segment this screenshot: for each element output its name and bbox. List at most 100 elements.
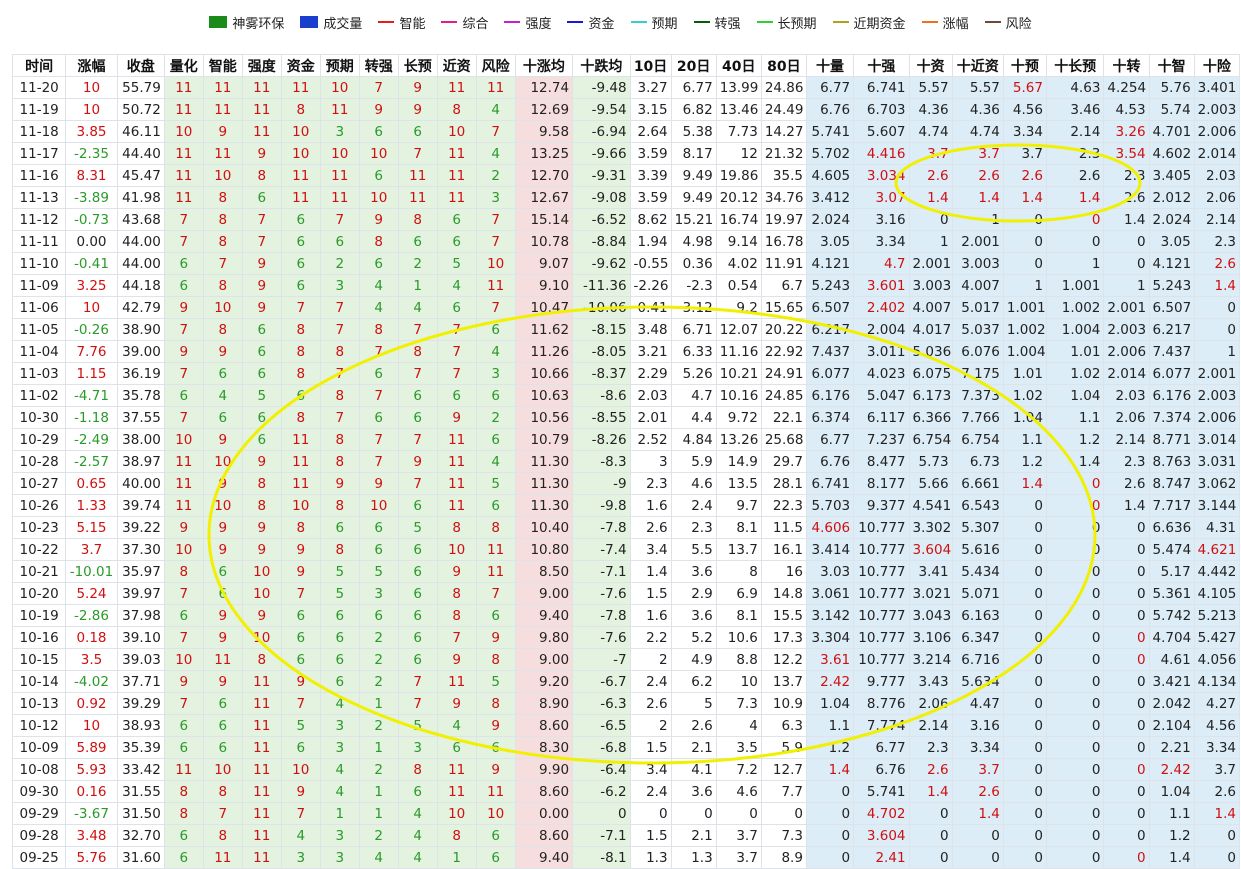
table-row[interactable]: 10-16 0.18 39.10 7 9 10 6 6 2 6 7 9 9.80 -7.6 2.2 5.2 10… <box>11 626 1241 649</box>
table-row[interactable]: 10-15 3.5 39.03 10 11 8 6 6 2 6 9 8 9.00 -7 2 4.9 8.8 12.… <box>11 648 1241 671</box>
column-header[interactable]: 十涨均 <box>514 54 574 77</box>
table-cell: 6.217 <box>805 318 855 341</box>
column-header[interactable]: 20日 <box>670 54 717 77</box>
column-header[interactable]: 40日 <box>715 54 762 77</box>
table-cell: 6 <box>202 560 243 583</box>
column-header[interactable]: 十长预 <box>1045 54 1105 77</box>
column-header[interactable]: 十转 <box>1103 54 1150 77</box>
table-cell: 2.6 <box>908 164 953 187</box>
column-header[interactable]: 10日 <box>629 54 672 77</box>
table-row[interactable]: 11-05 -0.26 38.90 7 8 6 8 7 8 7 7 6 11.62 -8.15 3.48 6.… <box>11 318 1241 341</box>
table-row[interactable]: 10-12 10 38.93 6 6 11 5 3 2 5 4 9 8.60 -6.5 2 2.6 4 6.3 1.… <box>11 714 1241 737</box>
table-row[interactable]: 10-29 -2.49 38.00 10 9 6 11 8 7 7 11 6 10.79 -8.26 2.5… <box>11 428 1241 451</box>
column-header[interactable]: 十近资 <box>951 54 1004 77</box>
column-header[interactable]: 预期 <box>319 54 360 77</box>
table-row[interactable]: 09-29 -3.67 31.50 8 7 11 7 1 1 4 10 10 0.00 0 0 0 0 0 0 4.7… <box>11 802 1241 825</box>
table-cell: 6.33 <box>670 340 717 363</box>
table-row[interactable]: 11-18 3.85 46.11 10 9 11 10 3 6 6 10 7 9.58 -6.94 2.64… <box>11 120 1241 143</box>
legend-item[interactable]: 强度 <box>504 13 551 32</box>
table-row[interactable]: 11-17 -2.35 44.40 11 11 9 10 10 10 7 11 4 13.25 -9.66… <box>11 142 1241 165</box>
legend-item[interactable]: 涨幅 <box>921 13 969 32</box>
table-row[interactable]: 10-23 5.15 39.22 9 9 9 8 6 6 5 8 8 10.40 -7.8 2.6 2.3 8.… <box>11 516 1241 539</box>
table-cell: 4.61 <box>1148 648 1195 671</box>
table-row[interactable]: 11-13 -3.89 41.98 11 8 6 11 11 10 11 11 3 12.67 -9.08… <box>11 186 1241 209</box>
table-row[interactable]: 11-12 -0.73 43.68 7 8 7 6 7 9 8 6 7 15.14 -6.52 8.62 15… <box>11 208 1241 231</box>
column-header[interactable]: 十量 <box>805 54 855 77</box>
table-row[interactable]: 10-27 0.65 40.00 11 9 8 11 9 9 7 11 5 11.30 -9 2.3 4.6 1… <box>11 472 1241 495</box>
table-row[interactable]: 09-25 5.76 31.60 6 11 11 3 3 4 4 1 6 9.40 -8.1 1.3 1.3 3… <box>11 846 1241 869</box>
table-row[interactable]: 10-30 -1.18 37.55 7 6 6 8 7 6 6 9 2 10.56 -8.55 2.01 4.… <box>11 406 1241 429</box>
column-header[interactable]: 转强 <box>358 54 399 77</box>
table-row[interactable]: 10-08 5.93 33.42 11 10 11 10 4 2 8 11 9 9.90 -6.4 3.4 4… <box>11 758 1241 781</box>
table-row[interactable]: 11-06 10 42.79 9 10 9 7 7 4 4 6 7 10.47 -10.06 0.41 3.1… <box>11 296 1241 319</box>
column-header[interactable]: 量化 <box>163 54 204 77</box>
column-header[interactable]: 十智 <box>1148 54 1195 77</box>
table-row[interactable]: 10-13 0.92 39.29 7 6 11 7 4 1 7 9 8 8.90 -6.3 2.6 5 7.3 1… <box>11 692 1241 715</box>
column-header[interactable]: 长预 <box>397 54 438 77</box>
legend-item[interactable]: 神雾环保 <box>209 13 284 32</box>
table-cell: 2.004 <box>853 318 910 341</box>
table-cell: 3.34 <box>1193 736 1241 759</box>
table-cell: 9 <box>436 648 477 671</box>
column-header[interactable]: 十资 <box>908 54 953 77</box>
table-cell: -8.84 <box>572 230 631 253</box>
table-cell: 11-20 <box>11 76 67 99</box>
table-cell: 1.1 <box>1002 428 1047 451</box>
table-cell: 2.6 <box>629 692 672 715</box>
table-row[interactable]: 11-09 3.25 44.18 6 8 9 6 3 4 1 4 11 9.10 -11.36 -2.26-… <box>11 274 1241 297</box>
table-row[interactable]: 11-16 8.31 45.47 11 10 8 11 11 6 11 11 2 12.70 -9.31 3… <box>11 164 1241 187</box>
table-row[interactable]: 11-02 -4.71 35.78 6 4 5 6 8 7 6 6 6 10.63 -8.6 2.03 4.7… <box>11 384 1241 407</box>
column-header[interactable]: 资金 <box>280 54 321 77</box>
table-row[interactable]: 11-04 7.76 39.00 9 9 6 8 8 7 8 7 4 11.26 -8.05 3.21 6.3… <box>11 340 1241 363</box>
legend-item[interactable]: 长预期 <box>756 13 817 32</box>
table-cell: 9 <box>202 516 243 539</box>
table-cell: 8 <box>319 494 360 517</box>
column-header[interactable]: 强度 <box>241 54 282 77</box>
table-row[interactable]: 10-14 -4.02 37.71 9 9 11 9 6 2 7 11 5 9.20 -6.7 2.4 6.2… <box>11 670 1241 693</box>
column-header[interactable]: 收盘 <box>116 54 165 77</box>
table-row[interactable]: 11-03 1.15 36.19 7 6 6 8 7 6 7 7 3 10.66 -8.37 2.29 5.2… <box>11 362 1241 385</box>
column-header[interactable]: 十强 <box>853 54 910 77</box>
table-cell: 39.22 <box>116 516 165 539</box>
table-cell: 2.6 <box>670 714 717 737</box>
table-row[interactable]: 10-26 1.33 39.74 11 10 8 10 8 10 6 11 6 11.30 -9.8 1.6… <box>11 494 1241 517</box>
column-header[interactable]: 风险 <box>475 54 516 77</box>
legend-item[interactable]: 风险 <box>984 13 1032 32</box>
table-row[interactable]: 10-20 5.24 39.97 7 6 10 7 5 3 6 8 7 9.00 -7.6 1.5 2.9 6.… <box>11 582 1241 605</box>
column-header[interactable]: 80日 <box>760 54 807 77</box>
column-header[interactable]: 十险 <box>1193 54 1241 77</box>
column-header[interactable]: 时间 <box>11 54 67 77</box>
table-row[interactable]: 10-19 -2.86 37.98 6 9 9 6 6 6 6 8 6 9.40 -7.8 1.6 3.6 8.… <box>11 604 1241 627</box>
table-cell: 7 <box>163 318 204 341</box>
table-cell: 5.703 <box>805 494 855 517</box>
table-row[interactable]: 10-28 -2.57 38.97 11 10 9 11 8 7 9 11 4 11.30 -8.3 3 5.… <box>11 450 1241 473</box>
table-row[interactable]: 11-19 10 50.72 11 11 11 8 11 9 9 8 4 12.69 -9.54 3.15 6… <box>11 98 1241 121</box>
data-table: 时间 涨幅 收盘 量化 智能 强度 资金 预期 转强 长预 近资 风险 十涨均 十跌均 10日 20日 40日 8… <box>11 54 1241 869</box>
table-cell: -6.2 <box>572 780 631 803</box>
column-header[interactable]: 智能 <box>202 54 243 77</box>
table-cell: 8 <box>475 648 516 671</box>
legend-item[interactable]: 成交量 <box>300 13 362 32</box>
table-cell: 1.4 <box>1002 472 1047 495</box>
legend-item[interactable]: 综合 <box>441 13 488 32</box>
table-row[interactable]: 11-20 10 55.79 11 11 11 11 10 7 9 11 11 12.74 -9.48 3.… <box>11 76 1241 99</box>
table-row[interactable]: 11-10 -0.41 44.00 6 7 9 6 2 6 2 5 10 9.07 -9.62 -0.55 0… <box>11 252 1241 275</box>
table-cell: 7 <box>436 362 477 385</box>
table-row[interactable]: 10-22 3.7 37.30 10 9 9 9 8 6 6 10 11 10.80 -7.4 3.4 5.5… <box>11 538 1241 561</box>
column-header[interactable]: 近资 <box>436 54 477 77</box>
legend-item[interactable]: 近期资金 <box>832 13 906 32</box>
table-row[interactable]: 10-21 -10.01 35.97 8 6 10 9 5 5 6 9 11 8.50 -7.1 1.4 3.… <box>11 560 1241 583</box>
legend-item[interactable]: 智能 <box>378 13 425 32</box>
column-header[interactable]: 涨幅 <box>65 54 118 77</box>
column-header[interactable]: 十跌均 <box>572 54 631 77</box>
legend-item[interactable]: 预期 <box>630 13 678 32</box>
table-row[interactable]: 09-28 3.48 32.70 6 8 11 4 3 2 4 8 6 8.60 -7.1 1.5 2.1 3.… <box>11 824 1241 847</box>
table-cell: 11-05 <box>11 318 67 341</box>
legend-item[interactable]: 转强 <box>693 13 741 32</box>
column-header[interactable]: 十预 <box>1002 54 1047 77</box>
legend-item[interactable]: 资金 <box>567 13 615 32</box>
table-row[interactable]: 11-11 0.00 44.00 7 8 7 6 6 8 6 6 7 10.78 -8.84 1.94 4.9… <box>11 230 1241 253</box>
table-row[interactable]: 09-30 0.16 31.55 8 8 11 9 4 1 6 11 11 8.60 -6.2 2.4 3.6… <box>11 780 1241 803</box>
table-cell: 5.741 <box>853 780 910 803</box>
table-row[interactable]: 10-09 5.89 35.39 6 6 11 6 3 1 3 6 6 8.30 -6.8 1.5 2.1 3.… <box>11 736 1241 759</box>
